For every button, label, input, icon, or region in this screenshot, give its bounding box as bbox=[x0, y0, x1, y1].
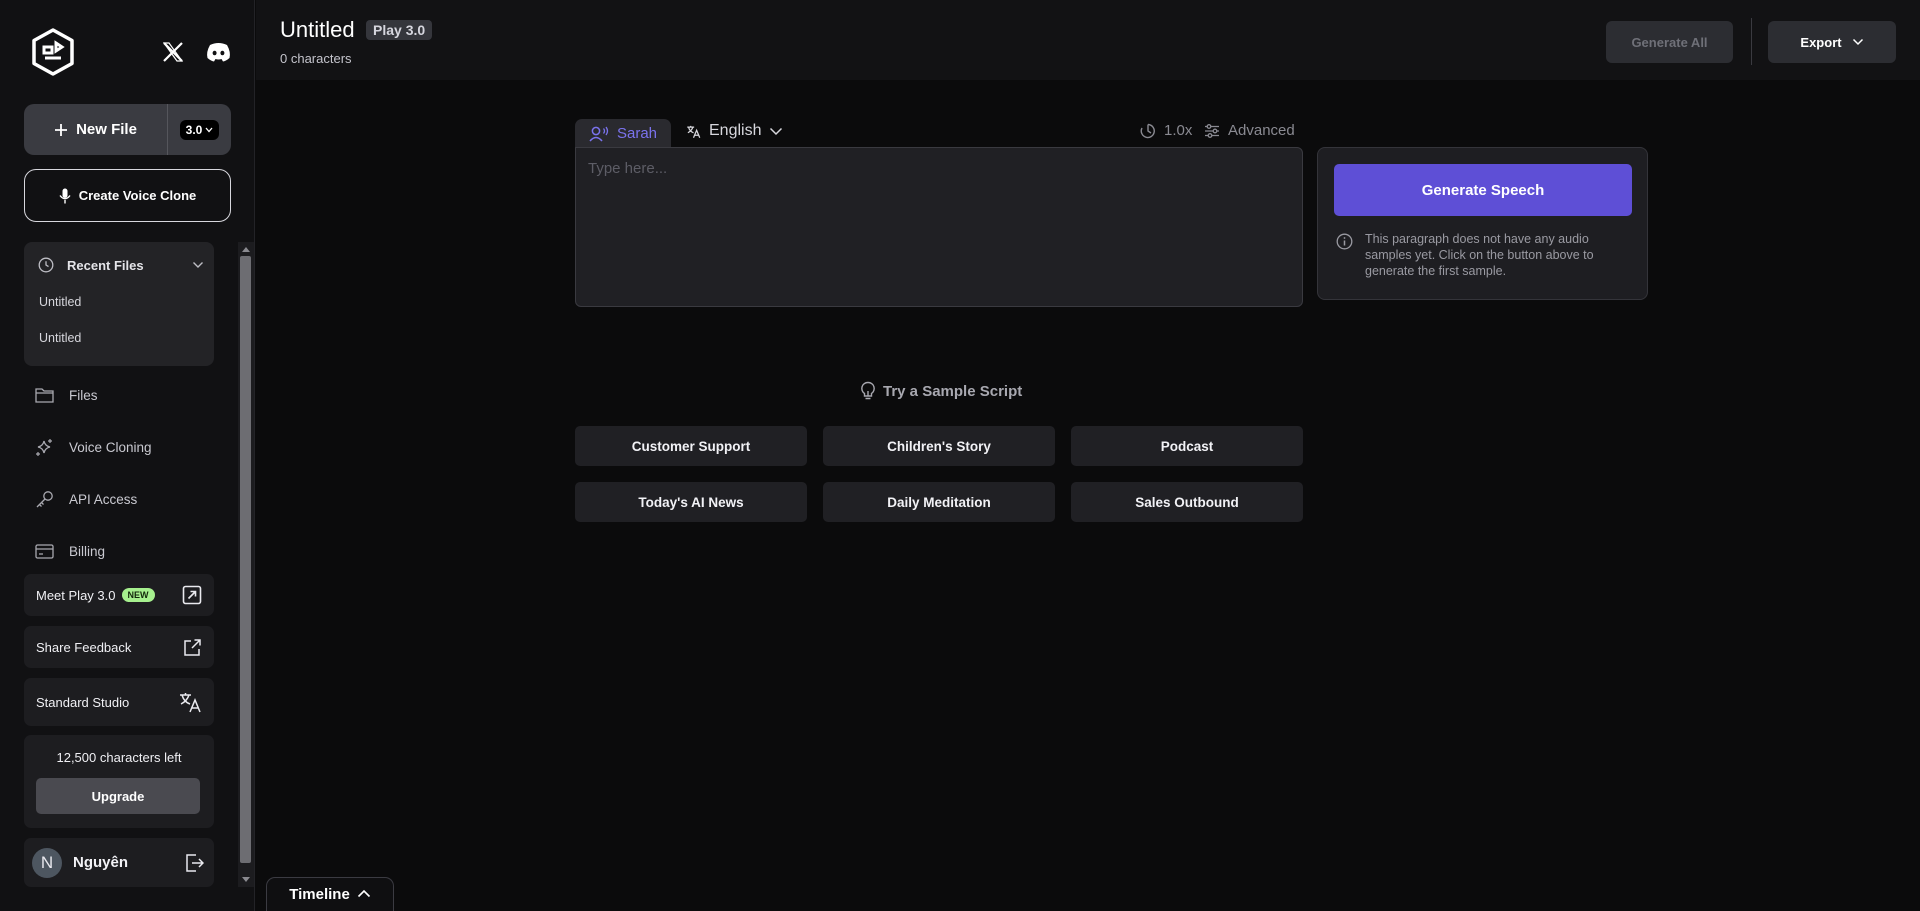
create-voice-clone-label: Create Voice Clone bbox=[78, 188, 197, 203]
voice-selector-tab[interactable]: Sarah bbox=[575, 119, 671, 148]
document-title[interactable]: Untitled bbox=[280, 17, 355, 43]
microphone-icon bbox=[59, 188, 71, 204]
timer-icon bbox=[1140, 123, 1156, 139]
generate-speech-panel: Generate Speech This paragraph does not … bbox=[1317, 147, 1648, 300]
recent-files-title: Recent Files bbox=[67, 257, 144, 273]
chevron-up-icon bbox=[357, 889, 371, 898]
new-file-button[interactable]: New File bbox=[24, 104, 168, 155]
discord-icon[interactable] bbox=[206, 41, 231, 63]
sidebar-item-api-access[interactable]: API Access bbox=[35, 488, 137, 510]
sidebar-item-voice-cloning[interactable]: Voice Cloning bbox=[35, 436, 152, 458]
create-voice-clone-button[interactable]: Create Voice Clone bbox=[24, 169, 231, 222]
translate-icon bbox=[686, 124, 701, 139]
sidebar: New File 3.0 Create Voice Clone Recent F… bbox=[0, 0, 255, 911]
plus-icon bbox=[54, 123, 68, 137]
language-selector[interactable]: English bbox=[686, 122, 783, 140]
standard-studio-label: Standard Studio bbox=[36, 694, 130, 710]
character-count: 0 characters bbox=[280, 51, 352, 66]
new-file-label: New File bbox=[76, 121, 137, 138]
chevron-down-icon bbox=[1852, 38, 1864, 46]
key-icon bbox=[35, 490, 54, 509]
timeline-label: Timeline bbox=[289, 886, 350, 903]
new-file-group: New File 3.0 bbox=[24, 104, 231, 155]
voice-name: Sarah bbox=[616, 125, 658, 142]
sample-script-title: Try a Sample Script bbox=[860, 381, 1022, 401]
sample-script-button[interactable]: Podcast bbox=[1071, 426, 1303, 466]
timeline-toggle[interactable]: Timeline bbox=[266, 877, 394, 911]
standard-studio-card[interactable]: Standard Studio bbox=[24, 678, 214, 726]
header-divider bbox=[1751, 18, 1752, 65]
recent-file-item[interactable]: Untitled bbox=[39, 295, 81, 309]
sample-script-button[interactable]: Sales Outbound bbox=[1071, 482, 1303, 522]
sample-script-button[interactable]: Daily Meditation bbox=[823, 482, 1055, 522]
script-text-input[interactable] bbox=[575, 147, 1303, 307]
speed-value: 1.0x bbox=[1164, 122, 1193, 139]
sidebar-item-label: API Access bbox=[69, 491, 138, 507]
advanced-settings[interactable]: Advanced bbox=[1204, 122, 1295, 139]
sidebar-item-label: Files bbox=[69, 387, 98, 403]
chevron-down-icon bbox=[205, 127, 213, 133]
voice-user-icon bbox=[589, 126, 609, 142]
translate-icon[interactable] bbox=[178, 690, 202, 714]
x-twitter-icon[interactable] bbox=[162, 41, 184, 63]
model-badge: Play 3.0 bbox=[366, 20, 433, 40]
no-samples-info-text: This paragraph does not have any audio s… bbox=[1365, 232, 1594, 278]
export-label: Export bbox=[1800, 34, 1842, 50]
chevron-down-icon bbox=[769, 127, 783, 136]
external-link-icon[interactable] bbox=[183, 638, 202, 657]
meet-play-card[interactable]: Meet Play 3.0 NEW bbox=[24, 574, 214, 616]
sample-script-button[interactable]: Today's AI News bbox=[575, 482, 807, 522]
sample-script-button[interactable]: Children's Story bbox=[823, 426, 1055, 466]
sidebar-scrollbar[interactable] bbox=[238, 242, 254, 887]
user-profile-card[interactable]: N Nguyên bbox=[24, 838, 214, 887]
recent-file-item[interactable]: Untitled bbox=[39, 331, 81, 345]
lightbulb-icon bbox=[860, 381, 876, 401]
upgrade-button[interactable]: Upgrade bbox=[36, 778, 200, 814]
scrollbar-thumb[interactable] bbox=[240, 256, 251, 863]
sidebar-item-label: Billing bbox=[69, 543, 106, 559]
characters-left-text: 12,500 characters left bbox=[56, 750, 182, 765]
chevron-down-icon bbox=[192, 261, 204, 269]
recent-files-panel: Recent Files Untitled Untitled bbox=[24, 242, 214, 366]
advanced-label: Advanced bbox=[1228, 122, 1295, 139]
credits-card: 12,500 characters left Upgrade bbox=[24, 735, 214, 828]
sample-script-button[interactable]: Customer Support bbox=[575, 426, 807, 466]
logout-icon[interactable] bbox=[184, 853, 204, 873]
avatar: N bbox=[32, 847, 62, 878]
sliders-icon bbox=[1204, 123, 1220, 138]
share-feedback-label: Share Feedback bbox=[36, 639, 132, 655]
sidebar-scroll-area: Recent Files Untitled Untitled Files Voi… bbox=[0, 242, 255, 891]
folder-icon bbox=[35, 387, 54, 403]
sidebar-item-files[interactable]: Files bbox=[35, 384, 98, 406]
language-label: English bbox=[709, 122, 762, 139]
speed-control[interactable]: 1.0x bbox=[1140, 122, 1192, 139]
export-button[interactable]: Export bbox=[1768, 21, 1896, 63]
new-badge: NEW bbox=[121, 588, 155, 602]
version-dropdown[interactable]: 3.0 bbox=[179, 119, 220, 140]
share-feedback-card[interactable]: Share Feedback bbox=[24, 626, 214, 668]
sidebar-item-label: Voice Cloning bbox=[69, 439, 152, 455]
arrow-up-right-box-icon[interactable] bbox=[182, 585, 202, 605]
top-header: Untitled Play 3.0 0 characters Generate … bbox=[256, 0, 1920, 80]
meet-play-label: Meet Play 3.0 bbox=[36, 587, 116, 603]
scroll-up-arrow-icon[interactable] bbox=[242, 247, 250, 252]
sample-script-title-text: Try a Sample Script bbox=[883, 382, 1023, 400]
playht-logo-icon[interactable] bbox=[31, 28, 75, 76]
version-selector-wrap: 3.0 bbox=[168, 104, 231, 155]
recent-files-header[interactable]: Recent Files bbox=[38, 255, 204, 275]
user-name: Nguyên bbox=[73, 854, 129, 871]
sparkles-icon bbox=[35, 438, 54, 457]
scroll-down-arrow-icon[interactable] bbox=[242, 877, 250, 882]
sidebar-item-billing[interactable]: Billing bbox=[35, 540, 105, 562]
info-icon bbox=[1336, 233, 1353, 250]
credit-card-icon bbox=[35, 543, 54, 559]
generate-speech-button[interactable]: Generate Speech bbox=[1334, 164, 1632, 216]
generate-all-button[interactable]: Generate All bbox=[1606, 21, 1733, 63]
clock-icon bbox=[38, 257, 54, 273]
version-label: 3.0 bbox=[185, 122, 203, 137]
